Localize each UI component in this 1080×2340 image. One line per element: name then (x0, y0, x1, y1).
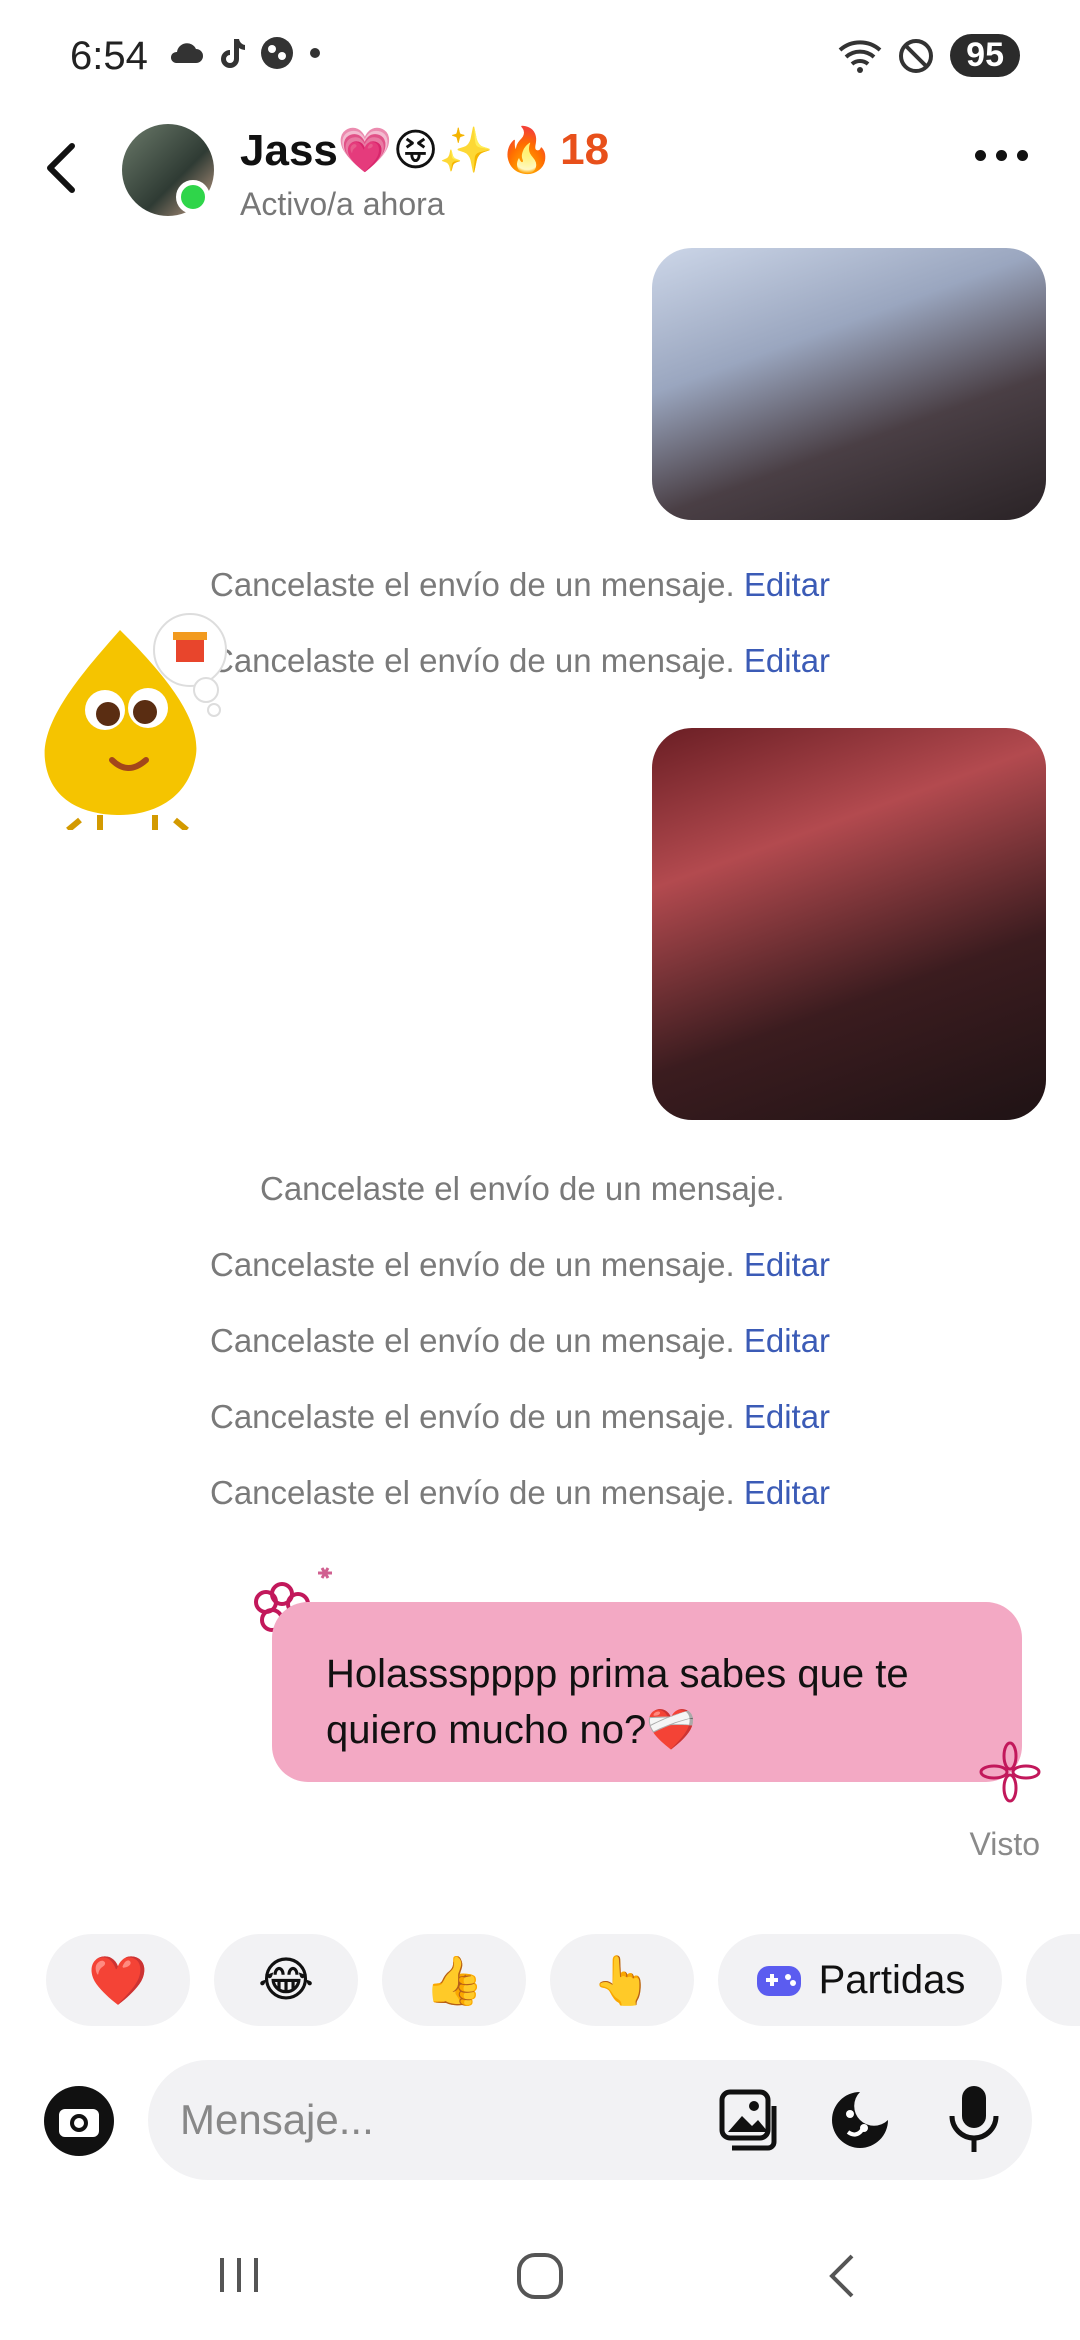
edit-link[interactable]: Editar (744, 642, 830, 679)
streak-count: 18 (560, 125, 610, 174)
microphone-icon[interactable] (944, 2082, 1004, 2158)
reaction-laugh-button[interactable]: 😂 (214, 1934, 358, 2026)
unsent-notice: Cancelaste el envío de un mensaje. Edita… (210, 566, 1080, 604)
edit-link[interactable]: Editar (744, 1474, 830, 1511)
shared-photo[interactable] (652, 728, 1046, 1120)
unsent-notice: Cancelaste el envío de un mensaje. Edita… (210, 1474, 1080, 1512)
seen-status: Visto (969, 1826, 1040, 1862)
unsent-notice: Cancelaste el envío de un mensaje. Edita… (210, 1246, 1080, 1284)
reaction-thumbs-up-button[interactable]: 👍 (382, 1934, 526, 2026)
app-icon (261, 37, 293, 69)
camera-icon (59, 2109, 99, 2137)
online-indicator (176, 180, 210, 214)
wifi-icon (838, 39, 882, 73)
shared-photo[interactable] (652, 248, 1046, 520)
games-label: Partidas (818, 1957, 966, 2002)
status-icons-left (168, 36, 322, 70)
unsent-text: Cancelaste el envío de un mensaje. (210, 1322, 735, 1359)
back-nav-icon[interactable] (820, 2250, 864, 2302)
edit-link[interactable]: Editar (744, 1398, 830, 1435)
edit-link[interactable]: Editar (744, 1246, 830, 1283)
status-icons-right: 95 (838, 34, 1020, 77)
home-icon[interactable] (514, 2250, 566, 2302)
chevron-left-icon (47, 143, 75, 193)
streak-fire: 🔥 (499, 126, 555, 175)
edit-link[interactable]: Editar (744, 1322, 830, 1359)
battery-indicator: 95 (950, 34, 1020, 77)
message-text: Holassspppp prima sabes que te quiero mu… (326, 1652, 909, 1752)
status-time: 6:54 (70, 34, 148, 78)
contact-name: Jass💗😝✨ (240, 126, 494, 175)
message-bubble[interactable]: Holassspppp prima sabes que te quiero mu… (272, 1602, 1022, 1782)
contact-name-row[interactable]: Jass💗😝✨ 🔥 18 (240, 124, 609, 176)
unsent-notice: Cancelaste el envío de un mensaje. Edita… (210, 642, 1080, 680)
more-options-button[interactable] (975, 150, 1028, 161)
mascot-sticker[interactable] (30, 610, 240, 835)
unsent-text: Cancelaste el envío de un mensaje. (210, 1246, 735, 1283)
sticker-icon[interactable] (828, 2088, 892, 2152)
camera-button[interactable] (44, 2086, 114, 2156)
reaction-heart-button[interactable]: ❤️ (46, 1934, 190, 2026)
gallery-icon[interactable] (718, 2088, 782, 2152)
unsent-notice: Cancelaste el envío de un mensaje. (260, 1170, 1080, 1208)
unsent-text: Cancelaste el envío de un mensaje. (210, 642, 735, 679)
unsent-text: Cancelaste el envío de un mensaje. (260, 1170, 785, 1207)
more-chip[interactable] (1026, 1934, 1080, 2026)
do-not-disturb-icon (899, 38, 934, 73)
message-placeholder: Mensaje... (180, 2096, 374, 2143)
unsent-notice: Cancelaste el envío de un mensaje. Edita… (210, 1398, 1080, 1436)
unsent-text: Cancelaste el envío de un mensaje. (210, 1474, 735, 1511)
cloud-icon (170, 43, 203, 63)
dot-icon (310, 48, 320, 58)
flower-decoration-icon (979, 1741, 1041, 1803)
back-button[interactable] (40, 140, 84, 201)
unsent-text: Cancelaste el envío de un mensaje. (210, 1398, 735, 1435)
unsent-text: Cancelaste el envío de un mensaje. (210, 566, 735, 603)
games-button[interactable]: Partidas (718, 1934, 1002, 2026)
tiktok-icon (221, 39, 245, 68)
unsent-notice: Cancelaste el envío de un mensaje. Edita… (210, 1322, 1080, 1360)
recent-apps-icon[interactable] (214, 2250, 264, 2300)
edit-link[interactable]: Editar (744, 566, 830, 603)
gamepad-icon (756, 1966, 801, 1996)
contact-status: Activo/a ahora (240, 186, 445, 222)
reaction-point-button[interactable]: 👆 (550, 1934, 694, 2026)
